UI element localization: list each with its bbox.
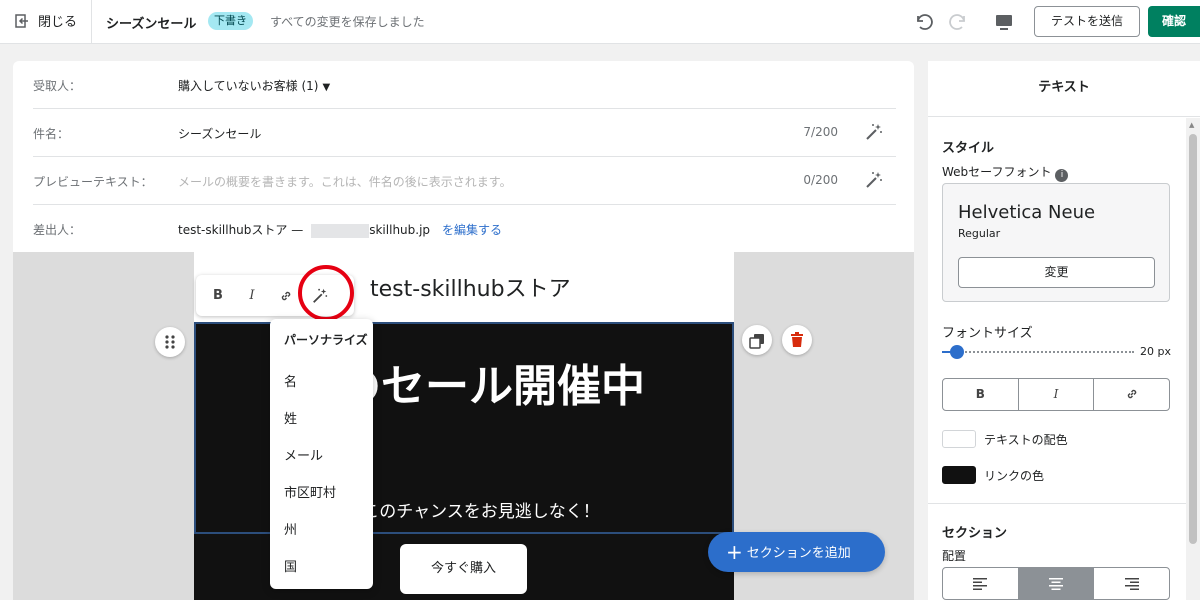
delete-section-button[interactable]: [782, 325, 812, 355]
link-icon: [1127, 389, 1136, 399]
text-settings-panel: テキスト スタイル Webセーフフォント i Helvetica Neue Reg…: [928, 61, 1200, 600]
text-color-label: テキストの配色: [984, 433, 1068, 447]
redo-button[interactable]: [946, 10, 970, 34]
desktop-preview-button[interactable]: [992, 10, 1016, 34]
scroll-thumb[interactable]: [1189, 134, 1197, 544]
sender-value: test-skillhubストア — skillhub.jp を編集する: [178, 221, 502, 238]
align-right-button[interactable]: [1094, 568, 1169, 599]
style-heading: スタイル: [942, 141, 995, 156]
font-size-slider[interactable]: [942, 351, 1134, 353]
info-icon[interactable]: i: [1055, 169, 1069, 182]
subject-label: 件名：: [33, 127, 70, 141]
recipient-value: 購入していないお客様 (1): [178, 79, 319, 93]
trash-icon: [791, 332, 803, 347]
menu-item-state[interactable]: 州: [284, 519, 297, 538]
sender-domain: skillhub.jp: [369, 223, 431, 237]
web-safe-font-text: Webセーフフォント: [942, 165, 1052, 179]
panel-bold-button[interactable]: B: [943, 379, 1019, 410]
align-center-icon: [1049, 577, 1063, 590]
italic-button[interactable]: I: [239, 283, 265, 309]
add-section-label: セクションを追加: [746, 546, 851, 561]
undo-button[interactable]: [912, 10, 936, 34]
magic-wand-icon[interactable]: [864, 170, 884, 190]
alignment-label: 配置: [942, 549, 967, 563]
add-section-button[interactable]: + セクションを追加: [708, 532, 885, 572]
section-heading: セクション: [942, 526, 1008, 541]
sender-row: 差出人： test-skillhubストア — skillhub.jp を編集する: [33, 205, 896, 253]
menu-item-country[interactable]: 国: [284, 556, 297, 575]
redacted-email: [311, 223, 370, 238]
font-size-label: フォントサイズ: [942, 326, 1033, 341]
align-center-button[interactable]: [1018, 568, 1095, 599]
preview-text-label: プレビューテキスト：: [33, 175, 153, 189]
link-color-swatch[interactable]: [942, 466, 976, 484]
recipient-row: 受取人： 購入していないお客様 (1) ▼: [33, 61, 896, 109]
align-left-button[interactable]: [943, 568, 1019, 599]
recipient-label: 受取人：: [33, 79, 82, 93]
undo-icon: [917, 14, 933, 30]
preview-text-input[interactable]: メールの概要を書きます。これは、件名の後に表示されます。: [178, 173, 512, 190]
exit-icon: [15, 13, 28, 28]
drag-handle-icon: [165, 335, 175, 349]
preview-text-row: プレビューテキスト： メールの概要を書きます。これは、件名の後に表示されます。 …: [33, 157, 896, 205]
link-button[interactable]: [273, 283, 299, 309]
redo-icon: [949, 14, 965, 30]
recipient-select[interactable]: 購入していないお客様 (1) ▼: [178, 77, 330, 94]
change-font-button[interactable]: 変更: [958, 257, 1155, 288]
font-weight: Regular: [958, 227, 1001, 240]
font-name: Helvetica Neue: [958, 202, 1096, 223]
save-status: すべての変更を保存しました: [270, 15, 425, 29]
personalize-dropdown: パーソナライズ 名 姓 メール 市区町村 州 国: [270, 319, 373, 589]
subject-input[interactable]: シーズンセール: [178, 125, 261, 142]
link-color-label: リンクの色: [984, 469, 1045, 483]
duplicate-icon: [749, 334, 764, 349]
align-right-icon: [1124, 577, 1139, 590]
page-title: シーズンセール: [106, 17, 197, 32]
drag-handle[interactable]: [155, 327, 185, 357]
confirm-button[interactable]: 確認: [1148, 6, 1200, 37]
font-size-value: 20 px: [1140, 345, 1171, 358]
email-settings-card: 受取人： 購入していないお客様 (1) ▼ 件名： シーズンセール 7/200 プ…: [13, 61, 914, 252]
desktop-icon: [996, 15, 1012, 30]
divider: [928, 503, 1186, 504]
subject-row: 件名： シーズンセール 7/200: [33, 109, 896, 157]
slider-thumb[interactable]: [950, 345, 964, 359]
caret-down-icon: ▼: [322, 82, 331, 93]
status-badge: 下書き: [208, 12, 253, 30]
text-color-swatch[interactable]: [942, 430, 976, 448]
font-picker: Helvetica Neue Regular 変更: [942, 183, 1170, 302]
highlight-circle: [298, 265, 354, 321]
close-button[interactable]: 閉じる: [14, 11, 77, 30]
divider: [91, 0, 92, 44]
menu-item-email[interactable]: メール: [284, 445, 323, 464]
subject-counter: 7/200: [803, 125, 838, 139]
preview-text-counter: 0/200: [803, 173, 838, 187]
sender-name: test-skillhubストア —: [178, 223, 304, 237]
format-buttons: B I: [942, 378, 1170, 411]
plus-icon: +: [726, 540, 743, 564]
align-left-icon: [973, 577, 988, 590]
personalize-heading: パーソナライズ: [284, 333, 368, 347]
menu-item-last-name[interactable]: 姓: [284, 408, 297, 427]
buy-now-button[interactable]: 今すぐ購入: [400, 544, 527, 594]
menu-item-first-name[interactable]: 名: [284, 371, 297, 390]
close-label: 閉じる: [38, 15, 78, 30]
alignment-buttons: [942, 567, 1170, 600]
panel-title: テキスト: [928, 61, 1200, 117]
edit-sender-link[interactable]: を編集する: [442, 223, 502, 237]
scroll-up-icon[interactable]: ▲: [1189, 121, 1194, 129]
duplicate-section-button[interactable]: [742, 325, 772, 355]
panel-link-button[interactable]: [1094, 379, 1169, 410]
send-test-button[interactable]: テストを送信: [1034, 6, 1140, 37]
panel-scrollbar[interactable]: ▲: [1186, 118, 1200, 600]
bold-button[interactable]: B: [205, 283, 231, 309]
store-name[interactable]: test-skillhubストア: [370, 271, 571, 303]
menu-item-city[interactable]: 市区町村: [284, 482, 336, 501]
link-icon: [281, 291, 291, 301]
panel-italic-button[interactable]: I: [1019, 379, 1095, 410]
magic-wand-icon[interactable]: [864, 122, 884, 142]
top-bar: 閉じる シーズンセール 下書き すべての変更を保存しました テストを送信 確認: [0, 0, 1200, 44]
web-safe-font-label: Webセーフフォント i: [942, 163, 1069, 182]
sender-label: 差出人：: [33, 223, 82, 237]
